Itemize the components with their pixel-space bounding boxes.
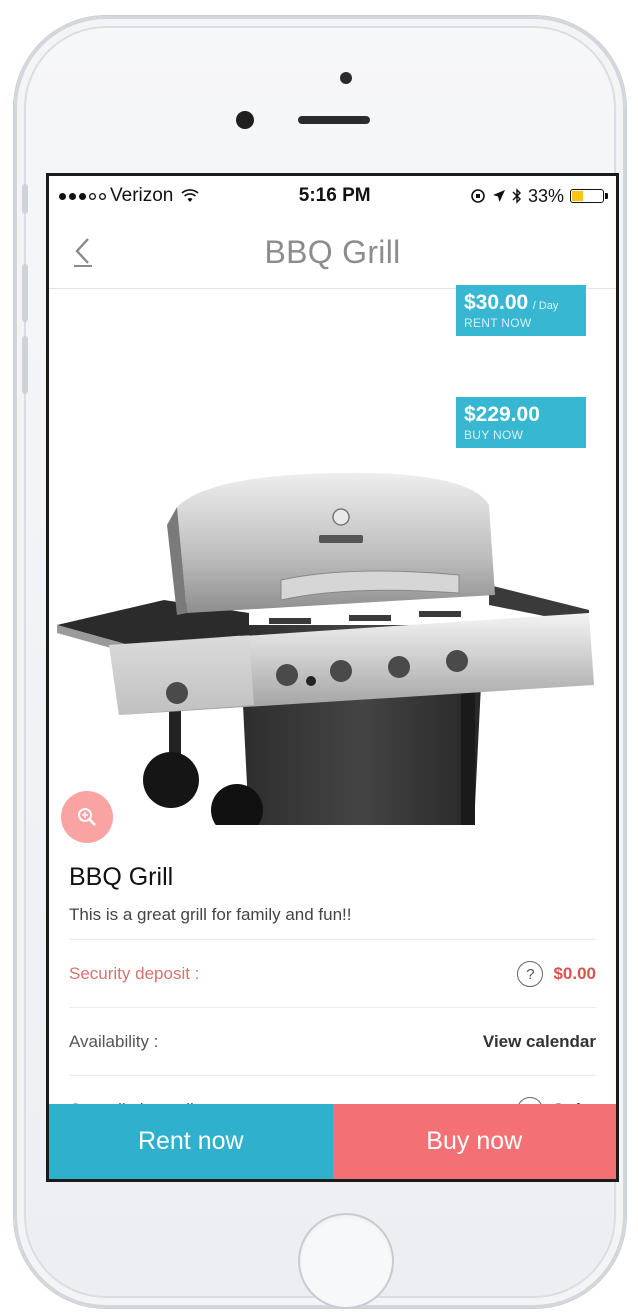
- buy-price-tag[interactable]: $229.00 BUY NOW: [456, 397, 586, 448]
- rent-price-tag[interactable]: $30.00 / Day RENT NOW: [456, 285, 586, 336]
- back-button[interactable]: [63, 232, 103, 272]
- product-description: This is a great grill for family and fun…: [69, 905, 352, 924]
- rotation-lock-icon: [471, 189, 485, 203]
- carrier-label: Verizon: [110, 185, 174, 206]
- volume-up-button: [22, 264, 28, 322]
- buy-now-button[interactable]: Buy now: [332, 1104, 616, 1179]
- navigation-bar: BBQ Grill: [49, 216, 616, 289]
- help-icon[interactable]: ?: [517, 961, 544, 987]
- chevron-left-icon: [74, 238, 92, 267]
- page-title: BBQ Grill: [264, 233, 401, 270]
- volume-down-button: [22, 336, 28, 394]
- battery-icon: [570, 189, 608, 203]
- rent-price-cta: RENT NOW: [464, 316, 532, 330]
- home-button[interactable]: [298, 1213, 394, 1309]
- app-screen: Verizon 5:16 PM 33% BBQ Grill $30.00 / D…: [49, 176, 616, 1179]
- zoom-icon: [78, 808, 96, 826]
- security-deposit-row: Security deposit : ? $0.00: [69, 939, 596, 1008]
- clock: 5:16 PM: [298, 185, 371, 206]
- location-arrow-icon: [492, 190, 505, 202]
- buy-price-cta: BUY NOW: [464, 428, 524, 442]
- battery-percent: 33%: [527, 185, 564, 206]
- rent-now-button[interactable]: Rent now: [49, 1104, 333, 1179]
- security-deposit-label: Security deposit :: [69, 964, 200, 983]
- front-camera: [236, 111, 254, 129]
- view-calendar-link[interactable]: View calendar: [483, 1032, 596, 1052]
- product-detail: $30.00 / Day RENT NOW $229.00 BUY NOW BB…: [49, 285, 616, 1179]
- battery-level: [572, 191, 583, 201]
- product-title: BBQ Grill: [69, 863, 174, 891]
- rent-price: $30.00: [464, 291, 529, 314]
- availability-label: Availability :: [69, 1032, 159, 1051]
- status-bar: Verizon 5:16 PM 33%: [49, 176, 616, 216]
- zoom-button[interactable]: [61, 791, 113, 843]
- mute-switch: [22, 184, 28, 214]
- bluetooth-icon: [512, 188, 521, 204]
- action-bar: Rent now Buy now: [49, 1104, 616, 1179]
- earpiece-speaker: [298, 116, 370, 124]
- rent-unit: / Day: [532, 300, 559, 312]
- buy-price: $229.00: [464, 403, 540, 426]
- product-image: [57, 472, 594, 825]
- availability-row: Availability : View calendar: [69, 1007, 596, 1076]
- security-deposit-value: $0.00: [553, 964, 596, 983]
- signal-strength-icon: [59, 192, 106, 200]
- proximity-sensor: [340, 72, 352, 84]
- wifi-icon: [181, 189, 199, 202]
